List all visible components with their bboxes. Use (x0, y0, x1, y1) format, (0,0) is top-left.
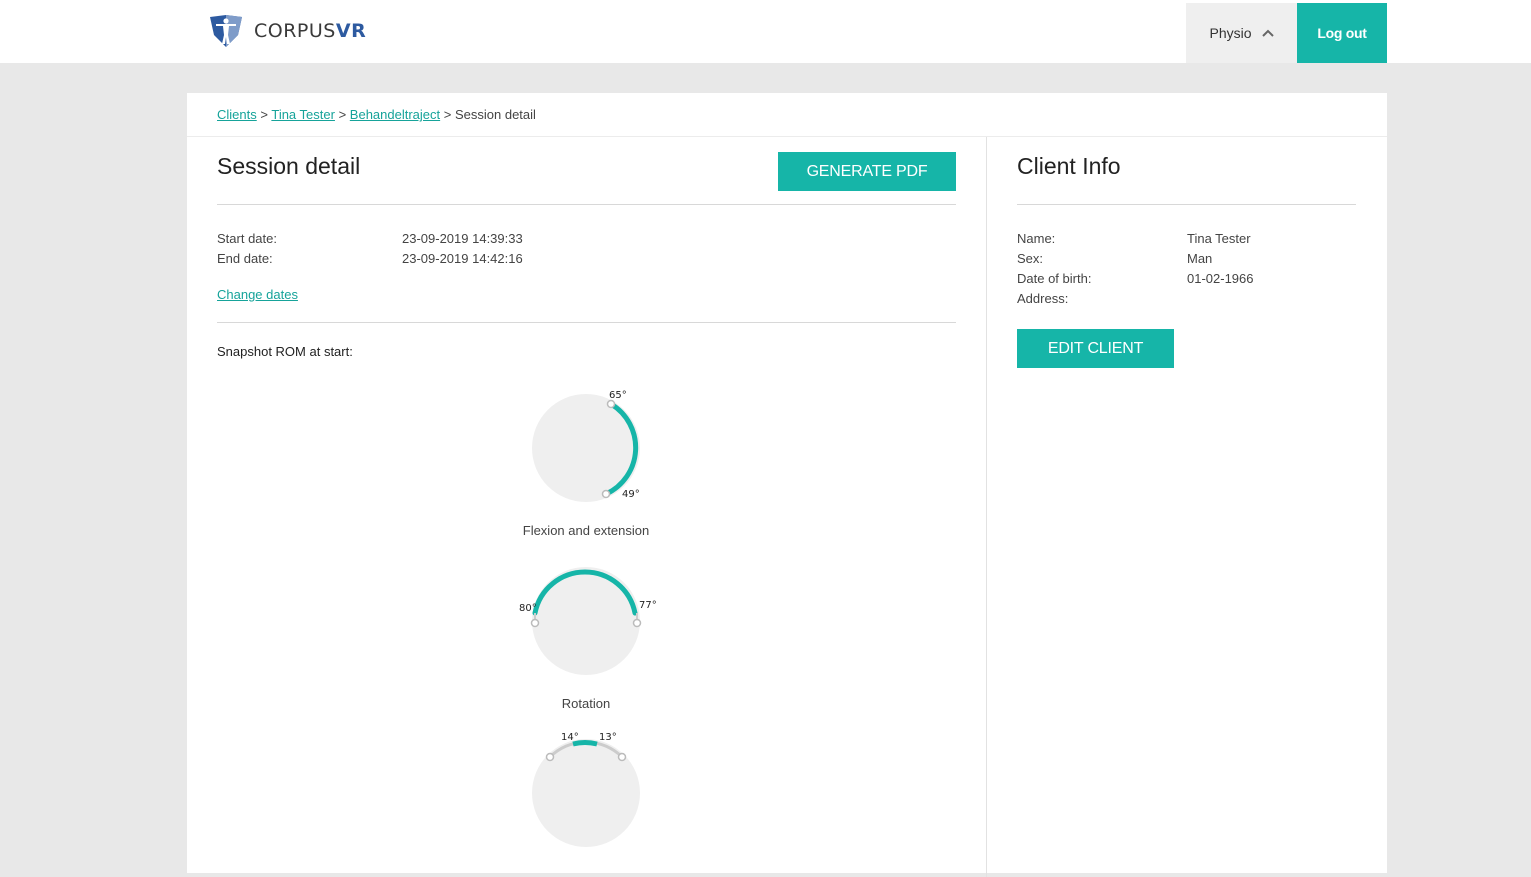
gauge-handle[interactable] (530, 618, 540, 628)
gauge-handle[interactable] (617, 752, 627, 762)
gauge-label-b: 77° (639, 600, 657, 611)
main-card: Clients > Tina Tester > Behandeltraject … (187, 93, 1387, 877)
gauge-disc (532, 394, 640, 502)
logout-button[interactable]: Log out (1297, 3, 1387, 63)
client-address-label: Address: (1017, 291, 1069, 306)
client-info-title: Client Info (1017, 153, 1121, 179)
gauge-caption: Rotation (561, 696, 611, 711)
rom-gauges: 65° 49° 80° 77° 14° 13° (519, 390, 657, 847)
gauge-third: 14° 13° (532, 732, 640, 847)
gauge-caption: Flexion and extension (522, 523, 650, 538)
client-sex-value: Man (1187, 251, 1213, 266)
gauge-label-b: 13° (599, 732, 617, 743)
gauge-handle[interactable] (601, 489, 611, 499)
gauge-handle[interactable] (606, 399, 616, 409)
user-menu-button[interactable]: Physio (1186, 3, 1297, 63)
gauge-flexion-extension: 65° 49° (532, 390, 640, 502)
client-name-label: Name: (1017, 231, 1056, 246)
gauge-label-b: 49° (622, 489, 640, 500)
divider (1017, 204, 1356, 205)
client-dob-value: 01-02-1966 (1187, 271, 1254, 286)
gauge-label-a: 65° (609, 390, 627, 401)
gauge-handle[interactable] (632, 618, 642, 628)
chevron-up-icon (1261, 29, 1274, 37)
logo-text: CORPUSVR (254, 20, 367, 42)
edit-client-button[interactable]: EDIT CLIENT (1017, 329, 1174, 368)
user-menu-label: Physio (1209, 25, 1252, 41)
client-dob-label: Date of birth: (1017, 271, 1092, 286)
top-bar: CORPUSVR Physio Log out (0, 0, 1531, 63)
gauge-label-a: 80° (519, 603, 537, 614)
client-sex-label: Sex: (1017, 251, 1044, 266)
gauge-label-a: 14° (561, 732, 579, 743)
client-name-value: Tina Tester (1187, 231, 1251, 246)
gauge-disc (532, 567, 640, 675)
gauge-rotation: 80° 77° (519, 567, 657, 675)
gauge-handle[interactable] (545, 752, 555, 762)
shield-figure-icon (210, 15, 242, 47)
corpusvr-logo[interactable]: CORPUSVR (208, 13, 366, 49)
